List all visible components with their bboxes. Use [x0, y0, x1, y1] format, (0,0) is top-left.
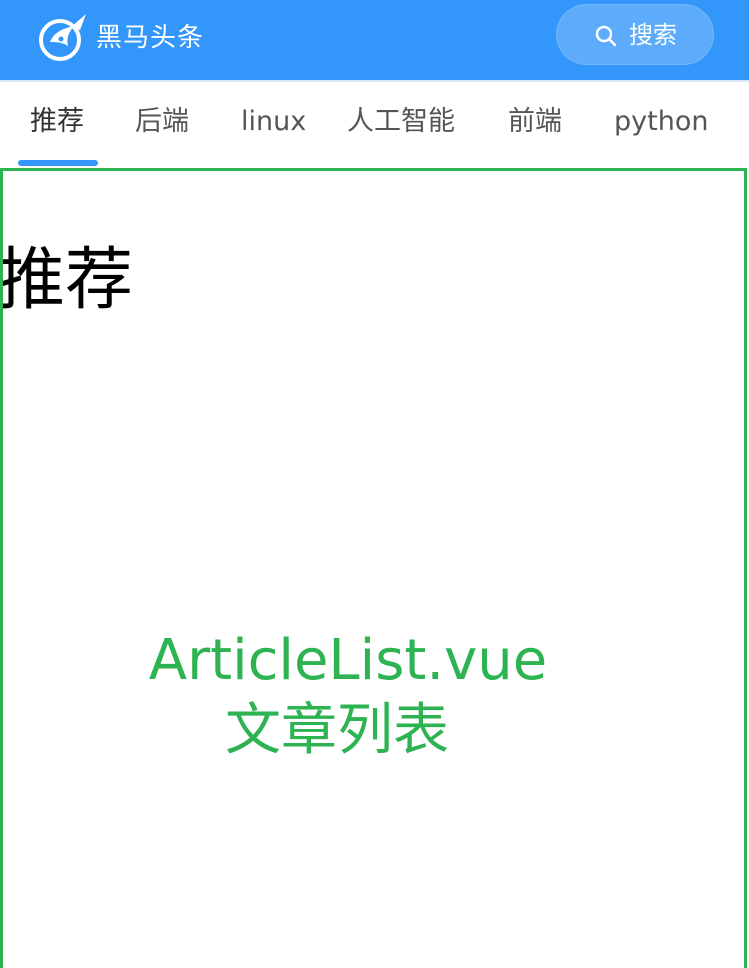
- tab-linux[interactable]: linux: [241, 104, 306, 140]
- component-description-label: 文章列表: [225, 698, 449, 763]
- search-button[interactable]: 搜索: [556, 4, 714, 65]
- tab-ai[interactable]: 人工智能: [347, 104, 455, 140]
- search-button-label: 搜索: [629, 21, 677, 49]
- channel-tabs: 推荐 后端 linux 人工智能 前端 python: [0, 80, 749, 168]
- component-filename-label: ArticleList.vue: [148, 628, 548, 693]
- active-tab-indicator: [18, 160, 98, 166]
- toutiao-logo-icon: [34, 12, 92, 64]
- brand-name: 黑马头条: [96, 23, 205, 53]
- tab-backend[interactable]: 后端: [135, 104, 189, 140]
- article-list-panel: 推荐 ArticleList.vue 文章列表: [0, 168, 747, 968]
- tab-python[interactable]: python: [614, 104, 708, 140]
- panel-title: 推荐: [0, 241, 134, 320]
- tab-frontend[interactable]: 前端: [508, 104, 562, 140]
- search-icon: [594, 24, 618, 48]
- tab-recommend[interactable]: 推荐: [30, 104, 84, 140]
- top-nav-bar: 黑马头条 搜索: [0, 0, 749, 80]
